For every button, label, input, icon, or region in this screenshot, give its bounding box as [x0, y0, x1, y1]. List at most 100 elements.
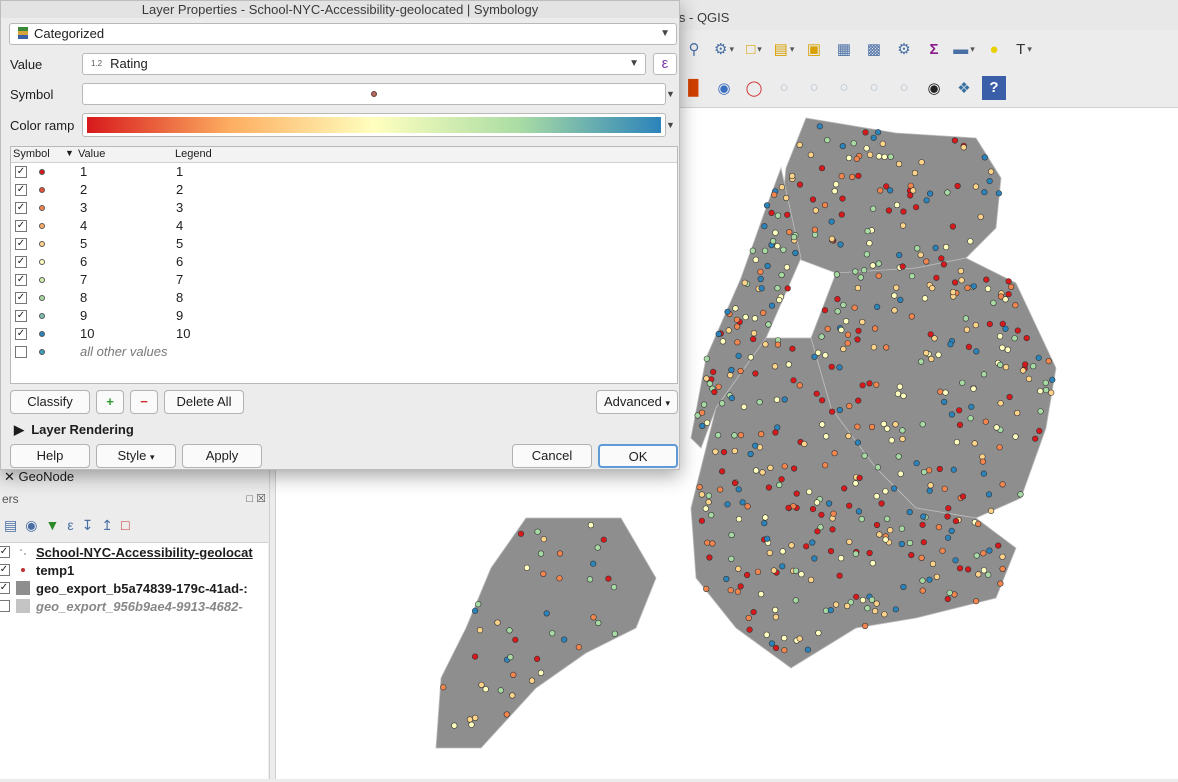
class-row[interactable]: ✓ 4 4	[11, 217, 677, 235]
identify-icon[interactable]: ⚲	[682, 37, 706, 61]
delete-all-button[interactable]: Delete All	[164, 390, 244, 414]
class-checkbox[interactable]: ✓	[15, 328, 27, 340]
text-annotation-icon[interactable]: T	[1012, 37, 1036, 61]
class-symbol-icon[interactable]	[39, 331, 45, 337]
class-checkbox[interactable]: ✓	[15, 202, 27, 214]
class-checkbox[interactable]: ✓	[15, 166, 27, 178]
attribute-table-icon[interactable]: ▦	[832, 37, 856, 61]
class-symbol-icon[interactable]	[39, 187, 45, 193]
classes-table[interactable]: Symbol ▼ Value Legend ✓ 1 1 ✓ 2 2 ✓ 3 3 ✓ 4 4 ✓ 5 5 ✓ 6 6…	[10, 146, 678, 384]
layer-checkbox[interactable]: ✓	[0, 546, 10, 558]
class-legend[interactable]: 5	[176, 236, 183, 251]
class-legend[interactable]: 6	[176, 254, 183, 269]
color-ramp-dropdown-icon[interactable]: ▼	[666, 113, 678, 137]
class-symbol-icon[interactable]	[39, 277, 45, 283]
collapse-all-icon[interactable]: ↥	[101, 517, 113, 534]
label-pin-icon[interactable]: ◉	[712, 76, 736, 100]
class-checkbox[interactable]	[15, 346, 27, 358]
python-console-icon[interactable]: ❖	[952, 76, 976, 100]
renderer-combo[interactable]: Categorized ▼	[9, 23, 677, 45]
class-value[interactable]: 6	[80, 254, 87, 269]
label-highlight-icon[interactable]: ◯	[742, 76, 766, 100]
class-value[interactable]: 3	[80, 200, 87, 215]
style-manager-icon[interactable]: ▤	[4, 517, 17, 534]
class-checkbox[interactable]: ✓	[15, 274, 27, 286]
layer-checkbox[interactable]	[0, 600, 10, 612]
class-symbol-icon[interactable]	[39, 349, 45, 355]
class-value[interactable]: 4	[80, 218, 87, 233]
processing-toolbox-icon[interactable]: ⚙	[892, 37, 916, 61]
class-value[interactable]: 8	[80, 290, 87, 305]
class-checkbox[interactable]: ✓	[15, 292, 27, 304]
label-rotate-icon[interactable]: ○	[862, 76, 886, 100]
layer-rendering-section[interactable]: ▶ Layer Rendering	[14, 422, 134, 438]
layer-checkbox[interactable]: ✓	[0, 582, 10, 594]
class-legend[interactable]: 1	[176, 164, 183, 179]
class-checkbox[interactable]: ✓	[15, 220, 27, 232]
symbol-button[interactable]	[82, 83, 666, 105]
filter-icon[interactable]: ▼	[45, 517, 59, 533]
class-symbol-icon[interactable]	[39, 295, 45, 301]
class-symbol-icon[interactable]	[39, 313, 45, 319]
color-ramp-button[interactable]	[82, 113, 666, 137]
class-row[interactable]: ✓ 6 6	[11, 253, 677, 271]
class-row[interactable]: ✓ 3 3	[11, 199, 677, 217]
select-features-icon[interactable]: □	[742, 37, 766, 61]
class-symbol-icon[interactable]	[39, 169, 45, 175]
column-header-symbol[interactable]: Symbol	[13, 148, 50, 160]
value-field-combo[interactable]: 1.2 Rating ▼	[82, 53, 646, 75]
class-row[interactable]: ✓ 8 8	[11, 289, 677, 307]
class-checkbox[interactable]: ✓	[15, 310, 27, 322]
column-header-legend[interactable]: Legend	[175, 148, 212, 160]
class-symbol-icon[interactable]	[39, 259, 45, 265]
label-preview-icon[interactable]: ○	[802, 76, 826, 100]
expand-all-icon[interactable]: ↧	[82, 517, 94, 534]
class-row[interactable]: ✓ 9 9	[11, 307, 677, 325]
class-row[interactable]: ✓ 1 1	[11, 163, 677, 181]
close-panel-icon[interactable]: ☒	[256, 493, 266, 505]
classify-button[interactable]: Classify	[10, 390, 90, 414]
chart-icon[interactable]: ▉	[682, 76, 706, 100]
field-calculator-icon[interactable]: ▩	[862, 37, 886, 61]
ok-button[interactable]: OK	[598, 444, 678, 468]
class-value[interactable]: 1	[80, 164, 87, 179]
deselect-icon[interactable]: ▣	[802, 37, 826, 61]
map-tips-icon[interactable]: ●	[982, 37, 1006, 61]
column-header-value[interactable]: Value	[78, 148, 105, 160]
class-value[interactable]: 10	[80, 326, 94, 341]
class-symbol-icon[interactable]	[39, 223, 45, 229]
class-checkbox[interactable]: ✓	[15, 238, 27, 250]
symbol-dropdown-icon[interactable]: ▼	[666, 83, 678, 105]
layer-item-temp1[interactable]: ✓ temp1	[0, 561, 268, 579]
class-legend[interactable]: 10	[176, 326, 190, 341]
expression-button[interactable]: ε	[653, 53, 677, 75]
class-symbol-icon[interactable]	[39, 241, 45, 247]
layer-item-geo-export-2[interactable]: geo_export_956b9ae4-9913-4682-	[0, 597, 268, 615]
browser-geonode-item[interactable]: ✕ GeoNode	[0, 470, 270, 490]
layer-item-geo-export-1[interactable]: ✓ geo_export_b5a74839-179c-41ad-:	[0, 579, 268, 597]
help-icon[interactable]: ?	[982, 75, 1006, 100]
class-value[interactable]: 7	[80, 272, 87, 287]
class-legend[interactable]: 8	[176, 290, 183, 305]
class-value[interactable]: all other values	[80, 344, 167, 359]
class-value[interactable]: 5	[80, 236, 87, 251]
remove-layer-icon[interactable]: □	[121, 517, 129, 533]
cancel-button[interactable]: Cancel	[512, 444, 592, 468]
class-row[interactable]: all other values	[11, 343, 677, 361]
layer-item-school[interactable]: ✓ School-NYC-Accessibility-geolocat	[0, 543, 268, 561]
class-row[interactable]: ✓ 5 5	[11, 235, 677, 253]
class-row[interactable]: ✓ 2 2	[11, 181, 677, 199]
select-by-value-icon[interactable]: ▤	[772, 37, 796, 61]
add-class-button[interactable]: +	[96, 390, 124, 414]
class-checkbox[interactable]: ✓	[15, 256, 27, 268]
help-button[interactable]: Help	[10, 444, 90, 468]
class-row[interactable]: ✓ 10 10	[11, 325, 677, 343]
label-change-icon[interactable]: ○	[892, 76, 916, 100]
class-row[interactable]: ✓ 7 7	[11, 271, 677, 289]
label-show-hide-icon[interactable]: ○	[772, 76, 796, 100]
class-legend[interactable]: 9	[176, 308, 183, 323]
class-value[interactable]: 9	[80, 308, 87, 323]
plugin-icon[interactable]: ◉	[922, 76, 946, 100]
float-panel-icon[interactable]: □	[246, 493, 253, 505]
advanced-button[interactable]: Advanced ▾	[596, 390, 678, 414]
